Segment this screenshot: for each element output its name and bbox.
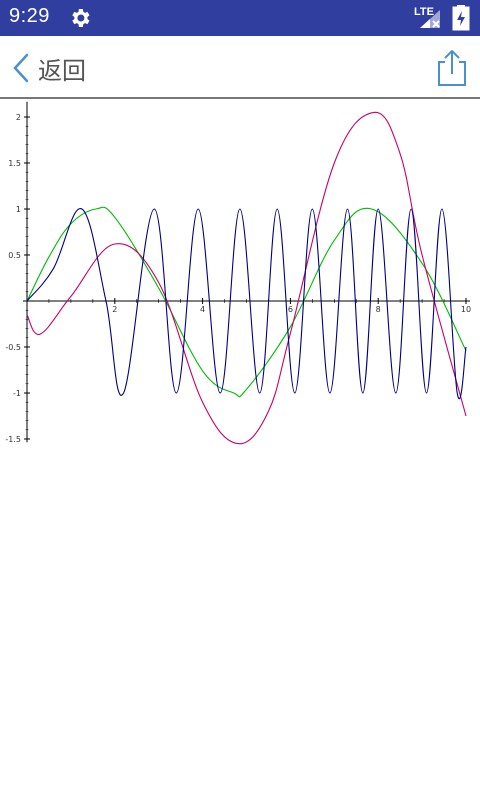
signal-icon	[420, 10, 440, 28]
y-tick-label: 0.5	[8, 251, 21, 260]
y-tick-label: -0.5	[5, 343, 21, 352]
y-tick-label: -1	[13, 389, 21, 398]
back-button[interactable]: 返回	[10, 48, 100, 88]
app-bar: 返回	[0, 36, 480, 99]
series-line-navy	[26, 208, 467, 400]
y-tick-label: -1.5	[5, 435, 21, 444]
share-icon[interactable]	[434, 48, 470, 88]
back-label: 返回	[38, 56, 86, 85]
y-tick-label: 2	[16, 113, 21, 122]
chevron-left-icon	[13, 53, 29, 83]
gear-icon	[72, 9, 90, 27]
x-tick-label: 10	[461, 305, 471, 314]
series-line-magenta	[26, 111, 467, 445]
battery-charging-icon	[452, 5, 470, 31]
status-bar: 9:29 LTE	[0, 0, 480, 36]
status-time: 9:29	[9, 5, 50, 27]
function-plot: 2 4 6 8 10 2 1.5 1 0.5 -0.5 -1 -1.5	[0, 99, 480, 459]
x-tick-label: 2	[112, 305, 117, 314]
y-tick-label: 1.5	[8, 159, 21, 168]
x-tick-label: 8	[376, 305, 381, 314]
x-tick-label: 4	[200, 305, 205, 314]
y-tick-label: 1	[16, 205, 21, 214]
plot-canvas: 2 4 6 8 10 2 1.5 1 0.5 -0.5 -1 -1.5	[5, 101, 471, 445]
x-tick-label: 6	[288, 305, 293, 314]
